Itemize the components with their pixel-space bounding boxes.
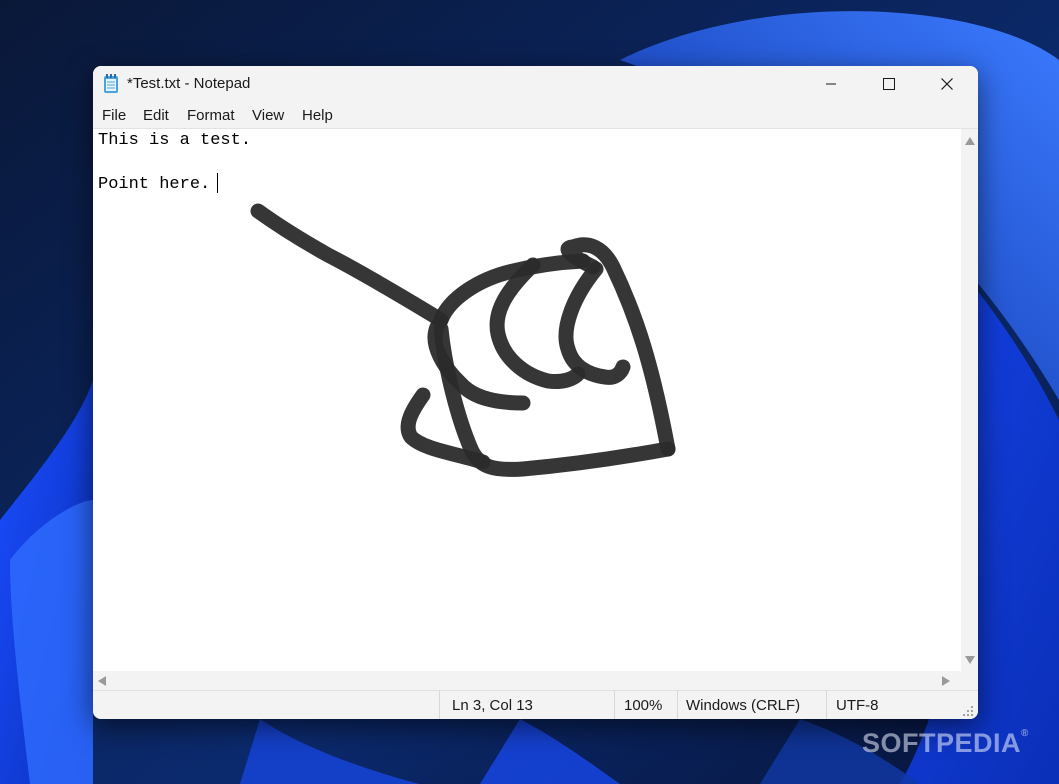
maximize-icon [883,78,895,90]
status-line-ending: Windows (CRLF) [686,697,801,714]
scroll-left-icon[interactable] [98,676,106,686]
window-title: *Test.txt - Notepad [127,75,251,92]
menu-bar: File Edit Format View Help [93,102,978,129]
status-divider [614,691,615,719]
status-bar: Ln 3, Col 13 100% Windows (CRLF) UTF-8 [93,690,978,719]
scroll-down-icon[interactable] [965,656,975,664]
horizontal-scrollbar[interactable] [93,671,961,690]
menu-file[interactable]: File [102,107,126,124]
status-cursor-position: Ln 3, Col 13 [452,697,533,714]
menu-format[interactable]: Format [187,107,235,124]
softpedia-watermark: SOFTPEDIA® [862,728,1029,759]
maximize-button[interactable] [860,66,918,102]
notepad-window: *Test.txt - Notepad File Edit Format Vie… [93,66,978,719]
status-divider [677,691,678,719]
status-divider [826,691,827,719]
minimize-icon [826,83,836,85]
watermark-mark: ® [1021,728,1029,739]
scrollbar-corner [961,671,978,690]
notepad-icon [104,74,118,93]
vertical-scrollbar[interactable] [961,129,978,671]
status-divider [439,691,440,719]
text-editor[interactable]: This is a test. Point here. [93,129,961,671]
watermark-text: SOFTPEDIA [862,728,1022,758]
scroll-up-icon[interactable] [965,137,975,145]
scroll-right-icon[interactable] [942,676,950,686]
status-zoom: 100% [624,697,663,714]
title-bar[interactable]: *Test.txt - Notepad [93,66,978,102]
resize-grip-icon[interactable] [962,705,974,717]
minimize-button[interactable] [802,66,860,102]
ink-drawing [250,203,676,477]
close-icon [941,78,953,90]
menu-edit[interactable]: Edit [143,107,169,124]
status-encoding: UTF-8 [836,697,879,714]
menu-view[interactable]: View [252,107,284,124]
menu-help[interactable]: Help [302,107,333,124]
close-button[interactable] [918,66,976,102]
